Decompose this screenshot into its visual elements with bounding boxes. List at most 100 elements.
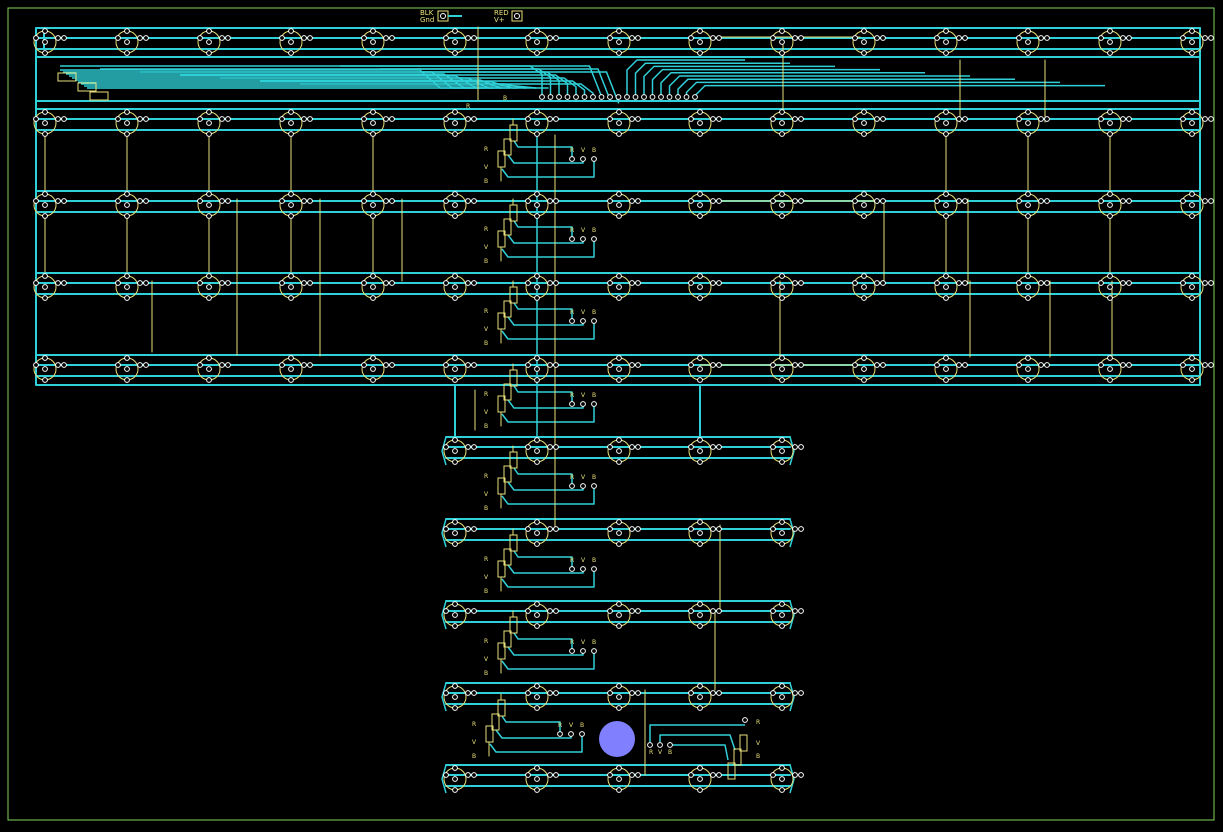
led-pad [115, 35, 121, 41]
led-pad [792, 35, 798, 41]
led-pad [861, 355, 867, 361]
resistor-label-v: V [581, 474, 586, 481]
led-pad [452, 109, 458, 115]
led-pad [42, 109, 48, 115]
led-pad [1025, 120, 1031, 126]
led-pad [124, 120, 130, 126]
led-pad [55, 35, 61, 41]
led-pad [452, 273, 458, 279]
resistor-trace [513, 467, 573, 486]
resistor-label-b: B [484, 670, 488, 677]
jumper-wire-layer [44, 26, 1113, 776]
resistor-pad [569, 318, 575, 324]
led-pad [1025, 28, 1031, 34]
led-pad [616, 683, 622, 689]
led-pad [861, 284, 867, 290]
led-pad [1107, 295, 1113, 301]
led-pad [607, 608, 613, 614]
resistor-trace [513, 385, 573, 404]
led-pad [288, 191, 294, 197]
led-pad [1025, 366, 1031, 372]
resistor-pad [579, 731, 585, 737]
led-pad [874, 35, 880, 41]
led-pad [534, 109, 540, 115]
led-pad [1120, 198, 1126, 204]
led-pad [697, 694, 703, 700]
led-pad [534, 601, 540, 607]
led-pad [1107, 355, 1113, 361]
resistor-trace [489, 734, 583, 753]
led-pad [1189, 120, 1195, 126]
led-pad [137, 362, 143, 368]
led-pad [547, 526, 553, 532]
led-pad [697, 191, 703, 197]
led-pad [443, 280, 449, 286]
led-pad [616, 50, 622, 56]
led-pad [33, 362, 39, 368]
led-pad [42, 50, 48, 56]
led-pad [471, 35, 477, 41]
led-pad [852, 35, 858, 41]
led-pad [389, 35, 395, 41]
led-pad [42, 377, 48, 383]
led-pad [124, 131, 130, 137]
led-pad [779, 273, 785, 279]
led-pad [525, 116, 531, 122]
led-pad [697, 541, 703, 547]
led-pad [452, 448, 458, 454]
led-pad [124, 213, 130, 219]
led-pad [697, 366, 703, 372]
led-pad [115, 116, 121, 122]
led-pad [471, 608, 477, 614]
led-pad [710, 116, 716, 122]
led-pad [547, 116, 553, 122]
resistor-label-b: B [484, 588, 488, 595]
led-pad [288, 131, 294, 137]
led-pad [206, 213, 212, 219]
led-pad [143, 116, 149, 122]
led-pad [861, 366, 867, 372]
led-pad [1126, 280, 1132, 286]
led-pad [534, 377, 540, 383]
led-pad [383, 198, 389, 204]
led-pad [629, 35, 635, 41]
pcb-board: RVBR V BRVBR V BRVBR V BRVBR V BRVBR V BRVBR V BRVBR… [7, 7, 1215, 821]
led-pad [779, 366, 785, 372]
led-pad [137, 198, 143, 204]
led-pad [124, 191, 130, 197]
led-pad [1107, 213, 1113, 219]
resistor-label-b: B [580, 722, 584, 729]
led-pad [1038, 198, 1044, 204]
led-pad [206, 39, 212, 45]
resistor-pad [591, 566, 597, 572]
led-pad [697, 623, 703, 629]
led-pad [943, 355, 949, 361]
led-pad [798, 772, 804, 778]
led-pad [534, 120, 540, 126]
led-pad [943, 273, 949, 279]
led-pad [225, 35, 231, 41]
header-pad [666, 94, 673, 100]
led-pad [279, 116, 285, 122]
led-pad [1189, 39, 1195, 45]
led-pad [697, 109, 703, 115]
resistor-trace [513, 140, 573, 159]
led-pad [688, 526, 694, 532]
led-pad [962, 280, 968, 286]
led-pad [798, 690, 804, 696]
header-pad [590, 94, 596, 100]
led-pad [716, 116, 722, 122]
led-pad [880, 198, 886, 204]
led-pad [880, 280, 886, 286]
led-pad [779, 109, 785, 115]
led-pad [465, 362, 471, 368]
led-pad [616, 377, 622, 383]
resistor-label-r: R [570, 639, 574, 646]
led-pad [389, 116, 395, 122]
led-pad [770, 362, 776, 368]
led-pad [607, 35, 613, 41]
led-pad [288, 50, 294, 56]
led-pad [525, 772, 531, 778]
led-pad [452, 519, 458, 525]
resistor-label-r: R [570, 392, 574, 399]
